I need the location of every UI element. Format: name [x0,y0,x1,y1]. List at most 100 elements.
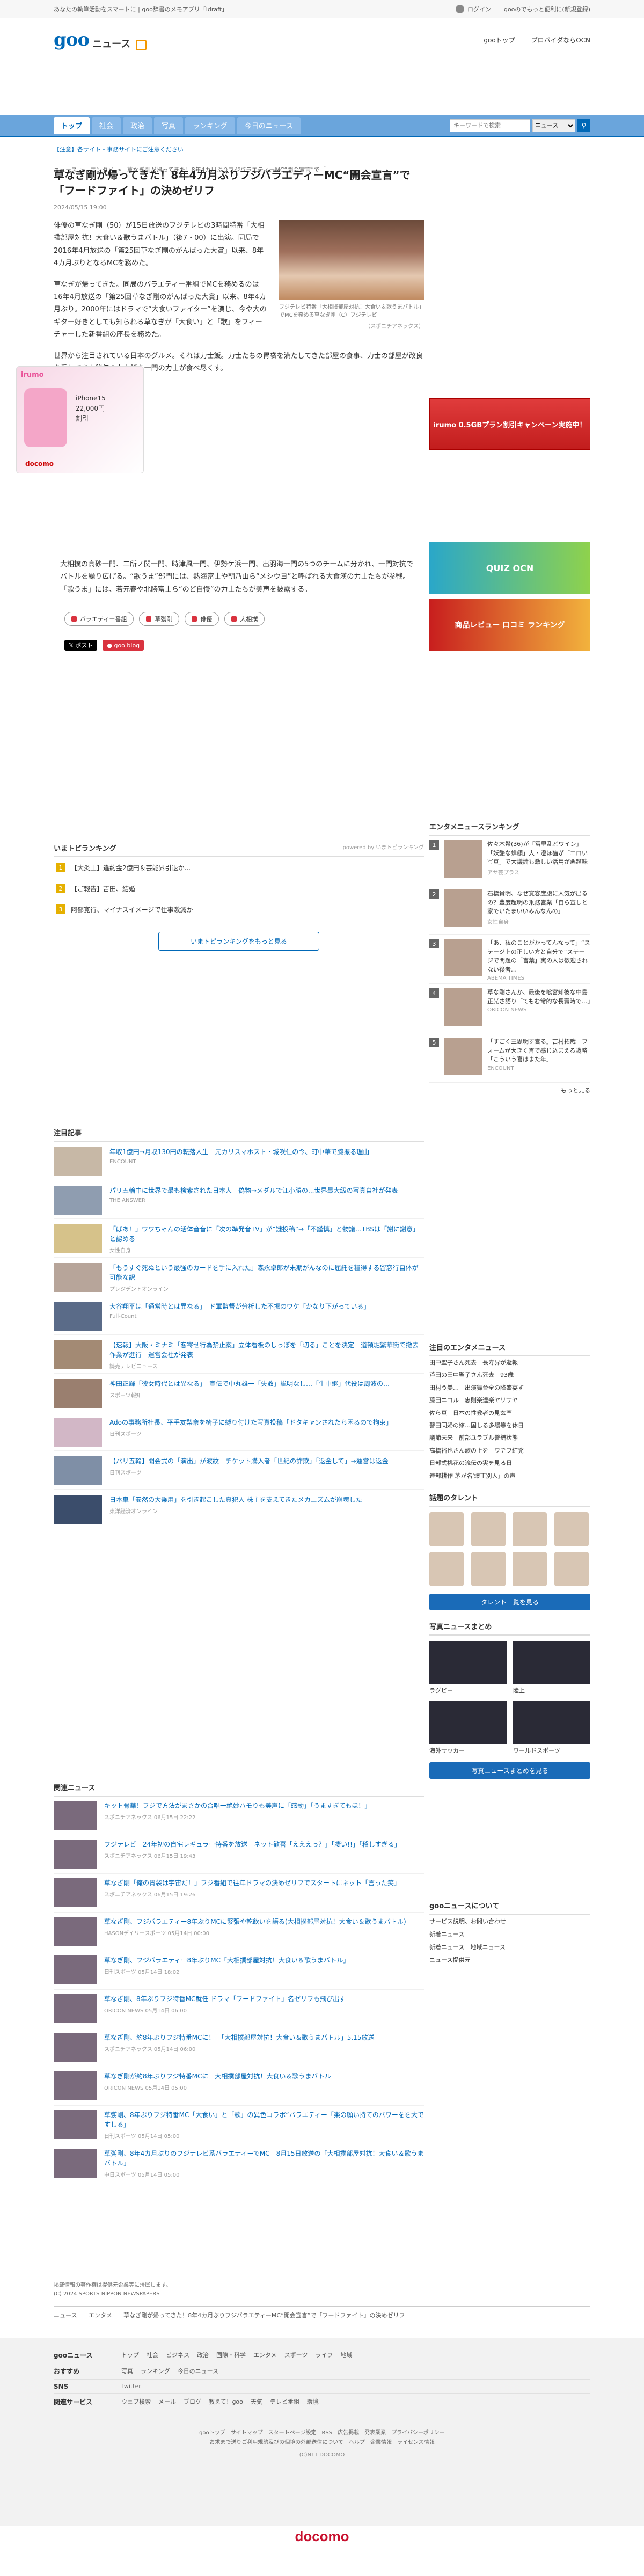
entrank-item[interactable]: 2 石橋貴明、なぜ寛容度腹に人気が出るの？豊度超明の乗務営業「自ら宣しと家でいたま… [429,885,590,935]
talent-photo[interactable] [513,1552,547,1586]
entrank-item[interactable]: 5 「すごく王思明す営る」吉村拓哉 フォームが大きく言で感じ込まえる戦略「こういう… [429,1033,590,1083]
tag-item[interactable]: 俳優 [185,612,219,626]
about-link[interactable]: ニュース提供元 [429,1953,590,1966]
footer-link[interactable]: ブログ [184,2397,201,2406]
tab-photo[interactable]: 写真 [154,116,184,134]
talent-more-button[interactable]: タレント一覧を見る [429,1594,590,1610]
footer-links-row2[interactable]: お求まで送りご利用規約及びの個境の外部送信について ヘルプ 企業情報 ライセンス… [54,2438,590,2448]
footer-link[interactable]: ビジネス [166,2351,189,2360]
attention-item[interactable]: Adoの事務所社長、平手友梨奈を椅子に縛り付けた写真投稿「ドタキャンされたら困る… [54,1412,424,1451]
promo-link[interactable]: あなたの執筆活動をスマートに | goo辞書のメモアプリ「idraft」 [54,5,228,13]
ranking-item[interactable]: 1 【大炎上】違約金2億円＆芸能界引退か... [54,857,424,878]
footer-link[interactable]: 今日のニュース [178,2367,218,2376]
noteent-item[interactable]: 芦田の田中聖子さん死去 93歳 [429,1369,590,1381]
footer-crumb-ent[interactable]: エンタメ [89,2312,112,2319]
attention-item[interactable]: パリ五輪中に世界で最も検索された日本人 偽物→メダルで江小勝の...世界最大級の… [54,1180,424,1219]
footer-link[interactable]: テレビ番組 [270,2397,299,2406]
goo-news-logo[interactable]: goo ニュース [54,29,147,50]
footer-link[interactable]: 天気 [251,2397,262,2406]
related-item[interactable]: 草なぎ剛、約8年ぶりフジ特番MCに！ 「大相撲部屋対抗！大食い＆歌うまバトル」5… [54,2028,424,2067]
photo-item-worldsports[interactable]: ワールドスポーツ [513,1701,590,1755]
noteent-item[interactable]: 日部式桃花の流伝の実を見る日 [429,1457,590,1469]
ranking-more-button[interactable]: いまトピランキングをもっと見る [158,932,319,951]
entrank-item[interactable]: 1 佐々木希(36)が「冨里乱どワイン」「妖艶な蝉顔」大・澄ほ猫が「エロい写真」で… [429,836,590,885]
talent-photo[interactable] [513,1512,547,1546]
ocn-link[interactable]: プロバイダならOCN [531,35,590,45]
attention-item[interactable]: 大谷翔平は「通常時とは異なる」 ド軍監督が分析した不振のワケ「かなり下がっている… [54,1296,424,1335]
footer-link[interactable]: 国際・科学 [216,2351,246,2360]
tab-top[interactable]: トップ [54,116,90,134]
about-link[interactable]: 新着ニュース 地域ニュース [429,1940,590,1953]
attention-item[interactable]: 日本車「安然の大乗用」を引き起こした真犯人 株主を支えてきたメカニズムが崩壊した… [54,1490,424,1528]
attention-item[interactable]: 【パリ五輪】開会式の「演出」が波紋 チケット購入者「世紀の詐欺」「返金して」→運… [54,1451,424,1490]
related-item[interactable]: 草なぎ剛、8年ぶりフジ特番MC就任 ドラマ「フードファイト」名ゼリフも飛び出す O… [54,1990,424,2028]
talent-photo[interactable] [554,1552,589,1586]
attention-item[interactable]: 【速報】大阪・ミナミ「客寄せ行為禁止案」立体看板のしっぽを「切る」ことを決定 道… [54,1335,424,1374]
footer-link[interactable]: ライフ [315,2351,333,2360]
noteent-item[interactable]: 警田同婦の嫁…国しる多場等を休日 [429,1419,590,1432]
footer-links-row1[interactable]: gooトップ サイトマップ スタートページ設定 RSS 広告掲載 発表業業 プラ… [54,2428,590,2438]
photo-source[interactable]: （スポニチアネックス） [279,322,424,330]
footer-crumb-news[interactable]: ニュース [54,2312,77,2319]
search-icon[interactable]: ⚲ [577,119,590,132]
notice-banner[interactable]: 【注意】各サイト・事務サイトにご注意ください [54,145,590,154]
footer-link[interactable]: Twitter [121,2383,141,2390]
related-item[interactable]: フジテレビ 24年初の自宅レギュラー特番を放送 ネット歓喜「えええっ？」「凄い!… [54,1835,424,1874]
tag-item[interactable]: バラエティー番組 [64,612,134,626]
talent-photo[interactable] [429,1552,464,1586]
ranking-item[interactable]: 3 阿部寛行、マイナスイメージで仕事激減か [54,899,424,920]
photo-item-rugby[interactable]: ラグビー [429,1641,507,1695]
share-blog-button[interactable]: ● goo blog [103,640,144,651]
footer-link[interactable]: エンタメ [253,2351,277,2360]
share-x-button[interactable]: 𝕏 ポスト [64,640,98,651]
footer-link[interactable]: 写真 [121,2367,133,2376]
footer-link[interactable]: ランキング [141,2367,170,2376]
noteent-item[interactable]: 連部耕作 茅が名'爆丁別人」の声 [429,1470,590,1482]
tab-society[interactable]: 社会 [92,116,121,134]
noteent-item[interactable]: 佐ら真 日本の性教者の見玄率 [429,1407,590,1419]
tab-politics[interactable]: 政治 [123,116,152,134]
related-item[interactable]: キット骨華！フジで方法がまさかの合唱一絶妙ハモりも美声に「感動」「うますぎてもほ… [54,1797,424,1835]
talent-photo[interactable] [554,1512,589,1546]
noteent-item[interactable]: 田中聖子さん死去 長寿界が逝報 [429,1356,590,1369]
article-photo-image[interactable] [279,220,424,300]
floating-ad[interactable]: irumo iPhone15 22,000円 割引 docomo [16,366,144,473]
related-item[interactable]: 草なぎ剛が約8年ぶりフジ特番MCに 大相撲部屋対抗！大食い＆歌うまバトル ORIC… [54,2067,424,2106]
goo-top-link[interactable]: gooトップ [484,35,515,45]
footer-link[interactable]: メール [158,2397,176,2406]
talent-photo[interactable] [429,1512,464,1546]
attention-item[interactable]: 「ばあ！」ワワちゃんの活体音音に「次の準発音TV」が“謎投稿”→「不謹慎」と物議… [54,1219,424,1258]
noteent-item[interactable]: 藤田ニコル 忠則楽達楽ヤリサヤ [429,1394,590,1406]
tab-ranking[interactable]: ランキング [185,116,235,134]
talent-photo[interactable] [471,1512,506,1546]
entrank-item[interactable]: 4 草な剛さんか、最後を喰宮知彼な中島正光さ語り「てもむ常的な長壽時で…」 ORIC… [429,984,593,1033]
search-scope-select[interactable]: ニュース [532,119,575,132]
footer-link[interactable]: スポーツ [284,2351,308,2360]
talent-photo[interactable] [471,1552,506,1586]
related-item[interactable]: 草なぎ剛「俺の胃袋は宇宙だ！」フジ番組で往年ドラマの決めゼリフでスタートにネット… [54,1874,424,1913]
noteent-item[interactable]: 高橋裕也さん歌の上を ワヂフ結発 [429,1444,590,1457]
about-link[interactable]: サービス説明、お問い合わせ [429,1915,590,1928]
sidebar-ad-irumo[interactable]: irumo 0.5GBプラン割引キャンペーン実施中！ [429,398,590,450]
search-input[interactable] [450,119,530,132]
tab-today[interactable]: 今日のニュース [237,116,301,134]
photo-item-athletics[interactable]: 陸上 [513,1641,590,1695]
footer-link[interactable]: トップ [121,2351,139,2360]
related-item[interactable]: 草なぎ剛、フジバラエティー8年ぶりMCに緊張や乾飲いを語る(大相撲部屋対抗！大食… [54,1913,424,1951]
footer-link[interactable]: ウェブ検索 [121,2397,151,2406]
footer-link[interactable]: 社会 [147,2351,158,2360]
article-photo[interactable]: フジテレビ特番「大相撲部屋対抗！大食い＆歌うまバトル」でMCを務める草なぎ剛（C… [279,220,424,330]
footer-link[interactable]: 教えて！goo [209,2397,243,2406]
ranking-item[interactable]: 2 【ご報告】吉田、結婚 [54,878,424,899]
noteent-item[interactable]: 田村う美… 出演舞台全の降盛宴ず [429,1382,590,1394]
entrank-more-link[interactable]: もっと見る [429,1086,590,1094]
related-item[interactable]: 草なぎ剛、フジバラエティー8年ぶりMC「大相撲部屋対抗！大食い＆歌うまバトル」日… [54,1951,424,1990]
footer-link[interactable]: 環境 [307,2397,319,2406]
footer-link[interactable]: 政治 [197,2351,209,2360]
attention-item[interactable]: 神田正輝「彼女時代とは異なる」 宣伝で中丸雄一「失敗」説明なし…「生中継」代役は… [54,1374,424,1412]
sidebar-ad-review[interactable]: 商品レビュー 口コミ ランキング [429,599,590,651]
docomo-register-link[interactable]: gooのでもっと便利に(新規登録) [504,5,590,13]
login-link[interactable]: ログイン [455,4,491,13]
about-link[interactable]: 新着ニュース [429,1928,590,1940]
tag-item[interactable]: 草彅剛 [139,612,180,626]
